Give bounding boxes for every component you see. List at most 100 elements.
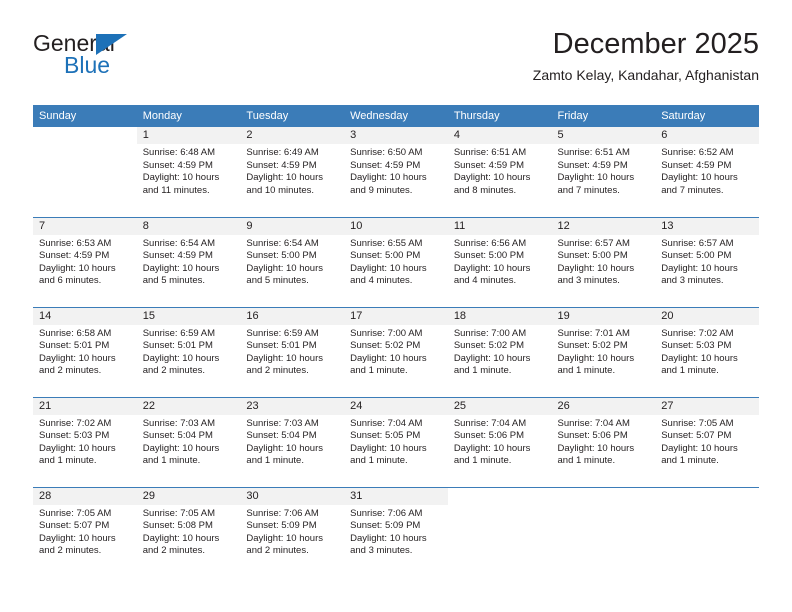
daylight-duration-line2: and 5 minutes. — [246, 275, 309, 287]
sunrise-time: Sunrise: 6:58 AM — [39, 327, 112, 339]
calendar-day-cell[interactable]: 20 Sunrise: 7:02 AM Sunset: 5:03 PM Dayligh… — [655, 306, 759, 397]
calendar-day-cell[interactable]: 30 Sunrise: 7:06 AM Sunset: 5:09 PM Dayligh… — [240, 486, 345, 577]
sunset-time: Sunset: 5:01 PM — [246, 340, 317, 352]
sunset-time: Sunset: 5:09 PM — [246, 520, 317, 532]
sunset-time: Sunset: 5:03 PM — [661, 340, 732, 352]
calendar-day-cell[interactable]: 21 Sunrise: 7:02 AM Sunset: 5:03 PM Dayligh… — [33, 396, 137, 487]
sunrise-time: Sunrise: 6:49 AM — [246, 147, 319, 158]
calendar-day-cell[interactable]: 19 Sunrise: 7:01 AM Sunset: 5:02 PM Dayligh… — [551, 306, 656, 397]
day-number: 24 — [344, 397, 448, 415]
day-info: Sunrise: 6:54 AM Sunset: 5:00 PM Daylight:… — [240, 235, 344, 288]
daylight-duration-line2: and 1 minute. — [557, 365, 616, 377]
calendar-day-cell[interactable]: 29 Sunrise: 7:05 AM Sunset: 5:08 PM Dayligh… — [136, 486, 241, 577]
sunset-time: Sunset: 5:00 PM — [350, 250, 421, 262]
calendar-empty-cell — [655, 486, 759, 577]
day-number — [551, 487, 656, 505]
day-number: 5 — [551, 127, 656, 144]
daylight-duration-line2: and 4 minutes. — [453, 275, 517, 287]
sunrise-time: Sunrise: 7:06 AM — [246, 507, 319, 519]
day-number: 3 — [344, 127, 448, 144]
weekday-header-tuesday: Tuesday — [240, 105, 345, 127]
day-number: 10 — [344, 217, 448, 235]
calendar-day-cell[interactable]: 4 Sunrise: 6:51 AM Sunset: 4:59 PM Daylight… — [447, 127, 552, 217]
day-info: Sunrise: 7:03 AM Sunset: 5:04 PM Daylight:… — [240, 415, 344, 468]
daylight-duration-line2: and 4 minutes. — [350, 275, 413, 287]
calendar-day-cell[interactable]: 18 Sunrise: 7:00 AM Sunset: 5:02 PM Dayligh… — [447, 306, 552, 397]
sunrise-time: Sunrise: 7:03 AM — [246, 417, 319, 429]
day-number: 1 — [136, 127, 241, 144]
daylight-duration-line1: Daylight: 10 hours — [246, 172, 323, 184]
sunset-time: Sunset: 5:01 PM — [39, 340, 110, 352]
calendar-day-cell[interactable]: 1 Sunrise: 6:48 AM Sunset: 4:59 PM Daylight… — [136, 127, 241, 217]
weekday-header-thursday: Thursday — [447, 105, 552, 127]
daylight-duration-line1: Daylight: 10 hours — [661, 262, 738, 274]
daylight-duration-line1: Daylight: 10 hours — [142, 352, 220, 364]
day-info: Sunrise: 7:03 AM Sunset: 5:04 PM Daylight:… — [137, 415, 241, 468]
daylight-duration-line2: and 8 minutes. — [453, 184, 517, 196]
day-info: Sunrise: 7:00 AM Sunset: 5:02 PM Daylight:… — [344, 325, 448, 378]
day-number: 12 — [551, 217, 656, 235]
calendar-day-cell[interactable]: 3 Sunrise: 6:50 AM Sunset: 4:59 PM Daylight… — [344, 127, 448, 217]
calendar-day-cell[interactable]: 24 Sunrise: 7:04 AM Sunset: 5:05 PM Dayligh… — [344, 396, 448, 487]
calendar-day-cell[interactable]: 12 Sunrise: 6:57 AM Sunset: 5:00 PM Dayligh… — [551, 216, 656, 307]
sunrise-time: Sunrise: 7:02 AM — [39, 417, 112, 429]
calendar-day-cell[interactable]: 25 Sunrise: 7:04 AM Sunset: 5:06 PM Dayligh… — [447, 396, 552, 487]
sunrise-time: Sunrise: 7:00 AM — [350, 327, 423, 339]
daylight-duration-line1: Daylight: 10 hours — [350, 172, 427, 184]
day-number: 6 — [655, 127, 759, 144]
sunset-time: Sunset: 4:59 PM — [142, 159, 213, 171]
sunset-time: Sunset: 5:05 PM — [350, 430, 421, 442]
calendar-day-cell[interactable]: 2 Sunrise: 6:49 AM Sunset: 4:59 PM Daylight… — [240, 127, 345, 217]
daylight-duration-line2: and 1 minute. — [246, 455, 304, 467]
calendar-day-cell[interactable]: 31 Sunrise: 7:06 AM Sunset: 5:09 PM Dayligh… — [344, 486, 448, 577]
calendar-day-cell[interactable]: 8 Sunrise: 6:54 AM Sunset: 4:59 PM Daylight… — [136, 216, 241, 307]
calendar-day-cell[interactable]: 16 Sunrise: 6:59 AM Sunset: 5:01 PM Dayligh… — [240, 306, 345, 397]
calendar-day-cell[interactable]: 26 Sunrise: 7:04 AM Sunset: 5:06 PM Dayligh… — [551, 396, 656, 487]
day-number: 19 — [551, 307, 656, 325]
day-info: Sunrise: 6:59 AM Sunset: 5:01 PM Daylight:… — [137, 325, 241, 378]
sunrise-time: Sunrise: 6:59 AM — [142, 327, 216, 339]
daylight-duration-line2: and 1 minute. — [661, 455, 719, 467]
day-info: Sunrise: 6:57 AM Sunset: 5:00 PM Daylight:… — [655, 235, 759, 288]
calendar-day-cell[interactable]: 10 Sunrise: 6:55 AM Sunset: 5:00 PM Dayligh… — [344, 216, 448, 307]
calendar-day-cell[interactable]: 11 Sunrise: 6:56 AM Sunset: 5:00 PM Dayligh… — [447, 216, 552, 307]
day-info: Sunrise: 6:57 AM Sunset: 5:00 PM Daylight:… — [552, 235, 656, 288]
calendar-day-cell[interactable]: 14 Sunrise: 6:58 AM Sunset: 5:01 PM Dayligh… — [33, 306, 137, 397]
daylight-duration-line1: Daylight: 10 hours — [453, 352, 531, 364]
calendar-day-cell[interactable]: 13 Sunrise: 6:57 AM Sunset: 5:00 PM Dayligh… — [655, 216, 759, 307]
sunrise-time: Sunrise: 6:52 AM — [661, 147, 734, 158]
sunrise-time: Sunrise: 6:56 AM — [453, 237, 527, 249]
calendar-day-cell[interactable]: 27 Sunrise: 7:05 AM Sunset: 5:07 PM Dayligh… — [655, 396, 759, 487]
general-blue-logo[interactable]: General Blue — [33, 30, 243, 86]
day-number: 22 — [136, 397, 241, 415]
day-number: 18 — [447, 307, 552, 325]
daylight-duration-line1: Daylight: 10 hours — [453, 262, 531, 274]
sunset-time: Sunset: 5:04 PM — [246, 430, 317, 442]
calendar-day-cell[interactable]: 15 Sunrise: 6:59 AM Sunset: 5:01 PM Dayligh… — [136, 306, 241, 397]
calendar-day-cell[interactable]: 23 Sunrise: 7:03 AM Sunset: 5:04 PM Dayligh… — [240, 396, 345, 487]
sunset-time: Sunset: 4:59 PM — [39, 250, 110, 262]
sunset-time: Sunset: 4:59 PM — [453, 159, 525, 171]
day-number: 2 — [240, 127, 345, 144]
calendar-day-cell[interactable]: 22 Sunrise: 7:03 AM Sunset: 5:04 PM Dayligh… — [136, 396, 241, 487]
calendar-day-cell[interactable]: 9 Sunrise: 6:54 AM Sunset: 5:00 PM Daylight… — [240, 216, 345, 307]
calendar-day-cell[interactable]: 5 Sunrise: 6:51 AM Sunset: 4:59 PM Daylight… — [551, 127, 656, 217]
calendar-day-cell[interactable]: 6 Sunrise: 6:52 AM Sunset: 4:59 PM Daylight… — [655, 127, 759, 217]
calendar-week-row: 7 Sunrise: 6:53 AM Sunset: 4:59 PM Daylight… — [33, 216, 759, 307]
sunrise-time: Sunrise: 6:48 AM — [142, 147, 216, 158]
daylight-duration-line1: Daylight: 10 hours — [453, 442, 531, 454]
daylight-duration-line2: and 6 minutes. — [39, 275, 102, 287]
logo-text-blue: Blue — [64, 52, 111, 78]
day-number: 4 — [447, 127, 552, 144]
day-info: Sunrise: 7:06 AM Sunset: 5:09 PM Daylight:… — [240, 505, 344, 558]
title-block: December 2025 Zamto Kelay, Kandahar, Afg… — [533, 26, 759, 86]
calendar-day-cell[interactable]: 28 Sunrise: 7:05 AM Sunset: 5:07 PM Dayligh… — [33, 486, 137, 577]
calendar-day-cell[interactable]: 17 Sunrise: 7:00 AM Sunset: 5:02 PM Dayligh… — [344, 306, 448, 397]
day-info: Sunrise: 6:55 AM Sunset: 5:00 PM Daylight:… — [344, 235, 448, 288]
day-number: 9 — [240, 217, 345, 235]
daylight-duration-line2: and 7 minutes. — [557, 184, 620, 196]
daylight-duration-line1: Daylight: 10 hours — [246, 262, 323, 274]
daylight-duration-line1: Daylight: 10 hours — [661, 172, 738, 184]
day-info: Sunrise: 6:52 AM Sunset: 4:59 PM Daylight:… — [655, 144, 759, 197]
calendar-day-cell[interactable]: 7 Sunrise: 6:53 AM Sunset: 4:59 PM Daylight… — [33, 216, 137, 307]
